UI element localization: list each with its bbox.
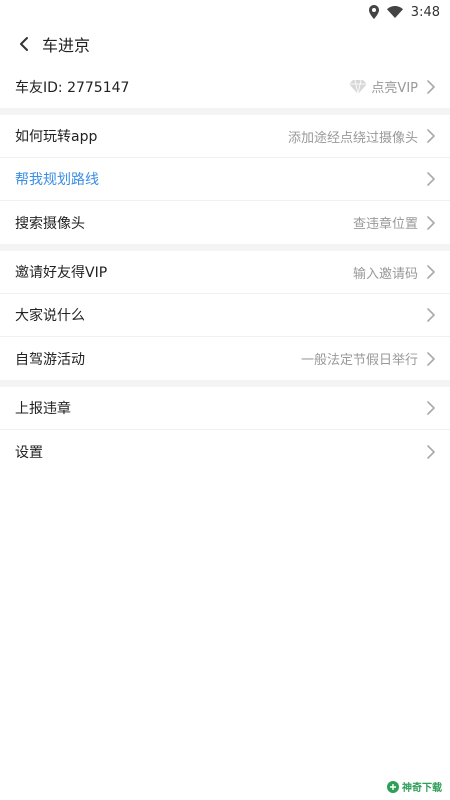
status-time: 3:48 (410, 4, 440, 20)
diamond-icon (349, 79, 368, 94)
chevron-right-icon (427, 308, 435, 322)
menu-item-hint: 一般法定节假日举行 (300, 353, 418, 368)
menu-section-3: 上报违章 设置 (0, 387, 450, 473)
location-icon (368, 5, 379, 19)
section-divider (0, 380, 450, 387)
menu-item-search-camera[interactable]: 搜索摄像头 查违章位置 (0, 201, 450, 244)
menu-item-hint: 输入邀请码 (352, 266, 418, 282)
menu-item-plan-route[interactable]: 帮我规划路线 (0, 158, 450, 201)
chevron-right-icon (427, 401, 435, 415)
vip-entry[interactable]: 点亮VIP (349, 77, 436, 96)
menu-item-label: 邀请好友得VIP (15, 265, 108, 281)
page-title: 车进京 (42, 36, 91, 55)
chevron-right-icon (427, 79, 435, 94)
chevron-right-icon (427, 129, 435, 143)
chevron-right-icon (427, 444, 435, 459)
menu-item-road-trip[interactable]: 自驾游活动 一般法定节假日举行 (0, 337, 450, 380)
menu-item-community[interactable]: 大家说什么 (0, 294, 450, 337)
chevron-right-icon (427, 265, 435, 279)
menu-item-report-violation[interactable]: 上报违章 (0, 387, 450, 430)
menu-item-label: 大家说什么 (15, 308, 85, 324)
menu-item-label: 自驾游活动 (15, 351, 85, 368)
menu-item-hint: 添加途经点绕过摄像头 (287, 130, 418, 146)
menu-item-label: 上报违章 (15, 401, 71, 417)
watermark-logo-icon (387, 780, 399, 793)
profile-section: 车友ID: 2775147 点亮VIP (0, 65, 450, 108)
menu-section-1: 如何玩转app 添加途经点绕过摄像头 帮我规划路线 搜索摄像头 查违章位置 (0, 115, 450, 244)
back-button[interactable] (12, 32, 36, 56)
menu-item-label: 帮我规划路线 (15, 172, 99, 188)
menu-item-invite-friends[interactable]: 邀请好友得VIP 输入邀请码 (0, 251, 450, 294)
wifi-icon (386, 6, 403, 18)
status-bar: 3:48 (0, 0, 450, 24)
chevron-right-icon (427, 172, 435, 186)
menu-item-label: 搜索摄像头 (15, 215, 85, 232)
section-divider (0, 108, 450, 115)
vip-label: 点亮VIP (371, 81, 418, 96)
menu-item-label: 设置 (15, 444, 43, 461)
menu-item-settings[interactable]: 设置 (0, 430, 450, 473)
menu-item-how-to-use[interactable]: 如何玩转app 添加途经点绕过摄像头 (0, 115, 450, 158)
chevron-right-icon (427, 215, 435, 230)
user-id-label: 车友ID: 2775147 (15, 79, 130, 96)
section-divider (0, 244, 450, 251)
profile-row[interactable]: 车友ID: 2775147 点亮VIP (0, 65, 450, 108)
menu-item-label: 如何玩转app (15, 129, 98, 145)
watermark-text: 神奇下载 (402, 783, 442, 794)
chevron-right-icon (427, 351, 435, 366)
watermark: 神奇下载 (387, 779, 442, 794)
menu-item-hint: 查违章位置 (352, 217, 418, 232)
chevron-left-icon (20, 37, 28, 51)
menu-section-2: 邀请好友得VIP 输入邀请码 大家说什么 自驾游活动 一般法定节假日举行 (0, 251, 450, 380)
nav-bar: 车进京 (0, 24, 450, 64)
